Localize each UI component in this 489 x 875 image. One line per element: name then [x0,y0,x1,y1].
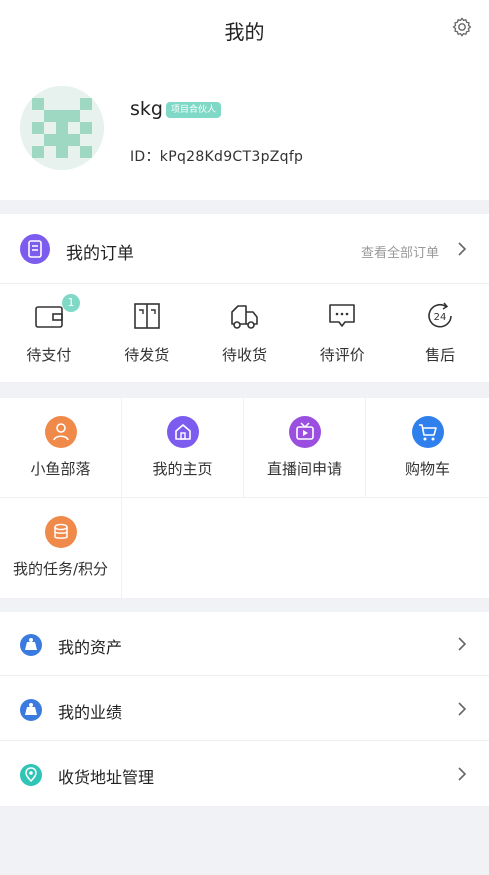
community-icon [44,416,77,448]
orders-title: 我的订单 [66,244,134,264]
gear-icon[interactable] [451,16,473,38]
orders-card: 我的订单 查看全部订单 1 待支付 待发货 待收货 待评价 24 售后 [0,214,489,382]
profile-card[interactable]: skg 项目合伙人 ID：kPq28Kd9CT3pZqfp [0,60,489,200]
chevron-right-icon [458,637,467,651]
tool-tasks-points[interactable]: 我的任务/积分 [0,498,122,598]
menu-label: 我的业绩 [58,703,123,722]
status-pending-shipment[interactable]: 待发货 [98,294,196,374]
tv-icon [288,416,321,448]
chevron-right-icon [458,767,467,781]
menu-list: 我的资产 我的业绩 收货地址管理 [0,612,489,806]
home-icon [166,416,199,448]
performance-icon [20,699,42,721]
status-pending-receipt[interactable]: 待收货 [196,294,294,374]
tool-label: 我的任务/积分 [12,560,109,578]
status-label: 待收货 [221,346,267,364]
view-all-orders-link[interactable]: 查看全部订单 [361,242,439,261]
menu-label: 我的资产 [58,638,123,657]
page-title: 我的 [224,19,265,44]
status-pending-review[interactable]: 待评价 [293,294,391,374]
coins-icon [44,516,77,548]
menu-label: 收货地址管理 [58,768,155,787]
top-bar: 我的 [0,0,489,60]
status-after-sales[interactable]: 24 售后 [391,294,489,374]
tool-label: 小鱼部落 [30,460,91,478]
menu-item-address[interactable]: 收货地址管理 [0,742,489,806]
order-status-row: 1 待支付 待发货 待收货 待评价 24 售后 [0,294,489,374]
pending-payment-badge: 1 [62,294,80,312]
comment-icon [329,304,356,327]
tool-label: 我的主页 [152,460,213,478]
menu-item-assets[interactable]: 我的资产 [0,612,489,676]
wallet-icon [35,306,63,328]
tool-label: 购物车 [404,460,450,478]
status-label: 待评价 [319,346,365,364]
role-badge: 项目合伙人 [166,102,222,118]
tool-cart[interactable]: 购物车 [366,398,489,498]
tool-community[interactable]: 小鱼部落 [0,398,122,498]
24h-icon: 24 [428,302,452,328]
status-pending-payment[interactable]: 1 待支付 [0,294,98,374]
username: skg [130,98,163,120]
tool-live-room-apply[interactable]: 直播间申请 [244,398,366,498]
status-label: 待支付 [26,346,72,364]
cart-icon [411,416,444,448]
truck-icon [231,305,259,329]
svg-text:24: 24 [434,312,447,323]
tool-label: 直播间申请 [266,460,342,478]
box-icon [133,303,160,329]
status-label: 待发货 [124,346,170,364]
avatar[interactable] [20,86,104,170]
user-id: ID：kPq28Kd9CT3pZqfp [130,149,304,165]
order-list-icon [20,234,50,264]
chevron-right-icon [458,702,467,716]
status-label: 售后 [425,346,456,364]
menu-item-performance[interactable]: 我的业绩 [0,677,489,741]
tool-my-homepage[interactable]: 我的主页 [122,398,244,498]
pixel-avatar-icon [20,86,104,170]
asset-icon [20,634,42,656]
chevron-right-icon [458,242,467,256]
orders-header[interactable]: 我的订单 查看全部订单 [0,214,489,284]
tools-grid: 小鱼部落 我的主页 直播间申请 购物车 我的任务/积分 [0,398,489,598]
location-icon [20,764,42,786]
